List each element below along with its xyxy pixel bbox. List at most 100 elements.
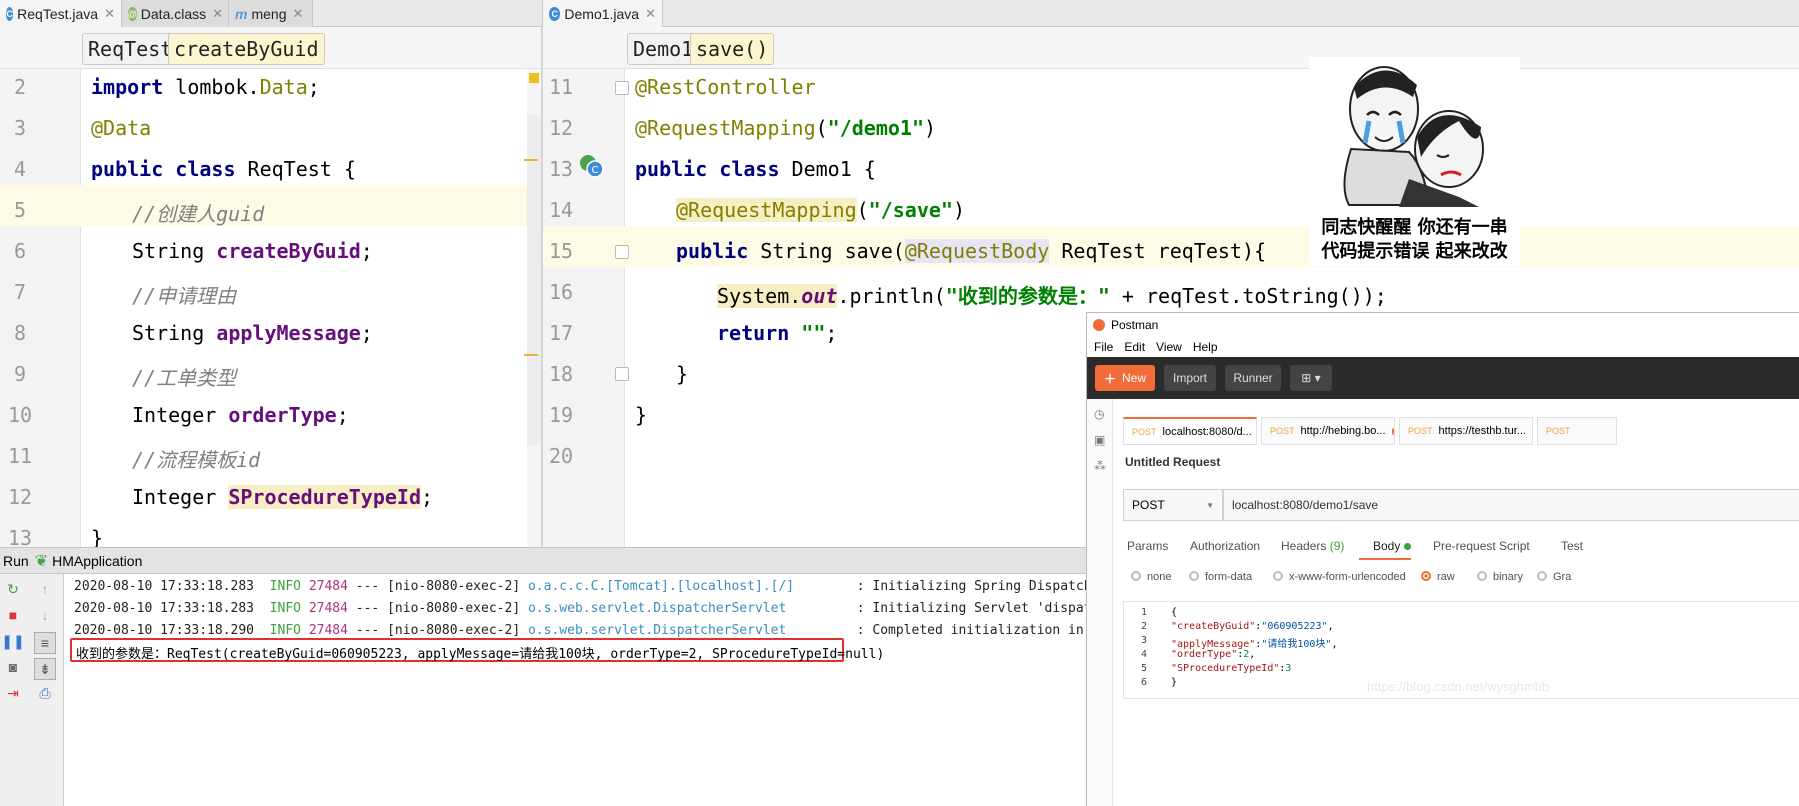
code-line: import lombok.Data; xyxy=(91,75,320,99)
breadcrumb-class[interactable]: ReqTest xyxy=(82,33,179,65)
json-line: "orderType":2, xyxy=(1171,649,1256,660)
line-number: 13 xyxy=(549,157,574,181)
code-line: } xyxy=(91,526,104,547)
collections-icon[interactable]: ▣ xyxy=(1094,433,1105,447)
menu-file[interactable]: File xyxy=(1094,340,1113,354)
code-line: Integer orderType; xyxy=(132,403,349,427)
history-icon[interactable]: ◷ xyxy=(1094,407,1104,421)
code-comment: //工单类型 xyxy=(132,366,237,390)
request-tab[interactable]: POST https://testhb.tur... xyxy=(1399,417,1533,445)
apis-icon[interactable]: ⁂ xyxy=(1094,459,1106,473)
url-input[interactable]: localhost:8080/demo1/save xyxy=(1223,489,1799,521)
tab-body[interactable]: Body xyxy=(1373,539,1411,553)
request-tab[interactable]: POST xyxy=(1537,417,1617,445)
soft-wrap-icon[interactable]: ≡ xyxy=(34,632,56,654)
request-name[interactable]: Untitled Request xyxy=(1125,455,1220,469)
code-line: @RequestMapping("/demo1") xyxy=(635,116,937,140)
tab-method: POST xyxy=(1408,426,1433,436)
print-icon[interactable]: ⎙ xyxy=(36,684,54,702)
body-type-none[interactable]: none xyxy=(1131,571,1171,583)
fold-icon[interactable] xyxy=(615,81,629,95)
class-icon: C xyxy=(549,6,561,21)
breadcrumb-class[interactable]: Demo1 xyxy=(627,33,700,65)
request-tab[interactable]: POST http://hebing.bo... xyxy=(1261,417,1395,445)
scroll-thumb[interactable] xyxy=(527,115,541,445)
right-gutter xyxy=(543,69,625,547)
radio-label: binary xyxy=(1493,571,1523,583)
radio xyxy=(1537,571,1547,581)
close-icon[interactable]: ✕ xyxy=(645,6,656,22)
code-line: String createByGuid; xyxy=(132,239,373,263)
marker xyxy=(524,354,538,356)
line-number: 3 xyxy=(14,116,27,140)
tab-headers[interactable]: Headers (9) xyxy=(1281,539,1344,553)
tab-meng[interactable]: m meng ✕ xyxy=(229,0,313,27)
tab-tests[interactable]: Test xyxy=(1561,539,1583,553)
runner-button[interactable]: Runner xyxy=(1225,365,1281,391)
fold-icon[interactable] xyxy=(615,367,629,381)
code-comment: //创建人guid xyxy=(132,202,265,226)
run-tool-strip: ↻ ■ ❚❚ ◙ ⇥ ↑ ↓ ≡ ⇟ ⎙ xyxy=(0,574,64,806)
code-line: System.out.println("收到的参数是：" + reqTest.t… xyxy=(717,284,1387,308)
method-select[interactable]: POST ▼ xyxy=(1123,489,1223,521)
console-output[interactable]: 2020-08-10 17:33:18.283 INFO 27484 --- [… xyxy=(64,574,1086,806)
run-config-name[interactable]: HMApplication xyxy=(52,553,142,569)
import-button[interactable]: Import xyxy=(1164,365,1216,391)
close-icon[interactable]: ✕ xyxy=(292,6,303,22)
code-line: @RequestMapping("/save") xyxy=(676,198,966,222)
camera-icon[interactable]: ◙ xyxy=(4,658,22,676)
tab-url: localhost:8080/d... xyxy=(1162,425,1252,438)
left-editor[interactable]: 2 3 4 5 6 7 8 9 10 11 12 13 import lombo… xyxy=(0,69,542,547)
json-line-number: 3 xyxy=(1140,635,1147,646)
json-line: "createByGuid":"060905223", xyxy=(1171,621,1334,632)
body-type-raw[interactable]: raw xyxy=(1421,571,1455,583)
line-number: 12 xyxy=(549,116,574,140)
arrow-down-icon[interactable]: ↓ xyxy=(36,606,54,624)
tab-prerequest-script[interactable]: Pre-request Script xyxy=(1433,539,1530,553)
tab-authorization[interactable]: Authorization xyxy=(1190,539,1260,553)
run-label[interactable]: Run xyxy=(3,553,29,569)
pause-icon[interactable]: ❚❚ xyxy=(1,632,24,650)
new-button[interactable]: ＋ New xyxy=(1095,365,1155,391)
breadcrumb-field[interactable]: createByGuid xyxy=(168,33,325,65)
close-icon[interactable]: ✕ xyxy=(212,6,223,22)
line-number: 5 xyxy=(14,198,27,222)
line-number: 12 xyxy=(8,485,33,509)
body-type-graphql[interactable]: Gra xyxy=(1537,571,1571,583)
breadcrumb-method[interactable]: save() xyxy=(690,33,775,65)
tab-params[interactable]: Params xyxy=(1127,539,1168,553)
arrow-up-icon[interactable]: ↑ xyxy=(36,580,54,598)
tab-reqtest-java[interactable]: C ReqTest.java ✕ xyxy=(0,0,122,27)
menu-view[interactable]: View xyxy=(1156,340,1182,354)
code-line: public class ReqTest { xyxy=(91,157,356,181)
rerun-icon[interactable]: ↻ xyxy=(4,580,22,598)
line-number: 6 xyxy=(14,239,27,263)
radio xyxy=(1273,571,1283,581)
code-line: @RestController xyxy=(635,75,816,99)
close-icon[interactable]: ✕ xyxy=(104,6,115,22)
left-gutter xyxy=(0,69,81,547)
code-line: } xyxy=(635,403,648,427)
body-type-form-data[interactable]: form-data xyxy=(1189,571,1252,583)
tab-url: http://hebing.bo... xyxy=(1300,425,1386,437)
tab-demo1-java[interactable]: C Demo1.java ✕ xyxy=(543,0,663,27)
menu-help[interactable]: Help xyxy=(1193,340,1218,354)
menu-edit[interactable]: Edit xyxy=(1124,340,1145,354)
unsaved-dot xyxy=(1391,427,1394,435)
radio-label: form-data xyxy=(1205,571,1253,583)
code-line: public String save(@RequestBody ReqTest … xyxy=(676,239,1267,263)
tab-method: POST xyxy=(1132,426,1157,437)
exit-icon[interactable]: ⇥ xyxy=(4,684,22,702)
warning-marker[interactable] xyxy=(529,73,539,83)
fold-icon[interactable] xyxy=(615,245,629,259)
body-type-urlencoded[interactable]: x-www-form-urlencoded xyxy=(1273,571,1406,583)
request-tab[interactable]: POST localhost:8080/d... xyxy=(1123,417,1257,445)
spring-bean-icon[interactable]: C xyxy=(579,153,605,179)
radio xyxy=(1189,571,1199,581)
body-type-binary[interactable]: binary xyxy=(1477,571,1523,583)
scroll-end-icon[interactable]: ⇟ xyxy=(34,658,56,680)
line-number: 8 xyxy=(14,321,27,345)
tab-data-class[interactable]: @ Data.class ✕ xyxy=(122,0,229,27)
stop-icon[interactable]: ■ xyxy=(4,606,22,624)
new-window-button[interactable]: ⊞ ▾ xyxy=(1290,365,1332,391)
